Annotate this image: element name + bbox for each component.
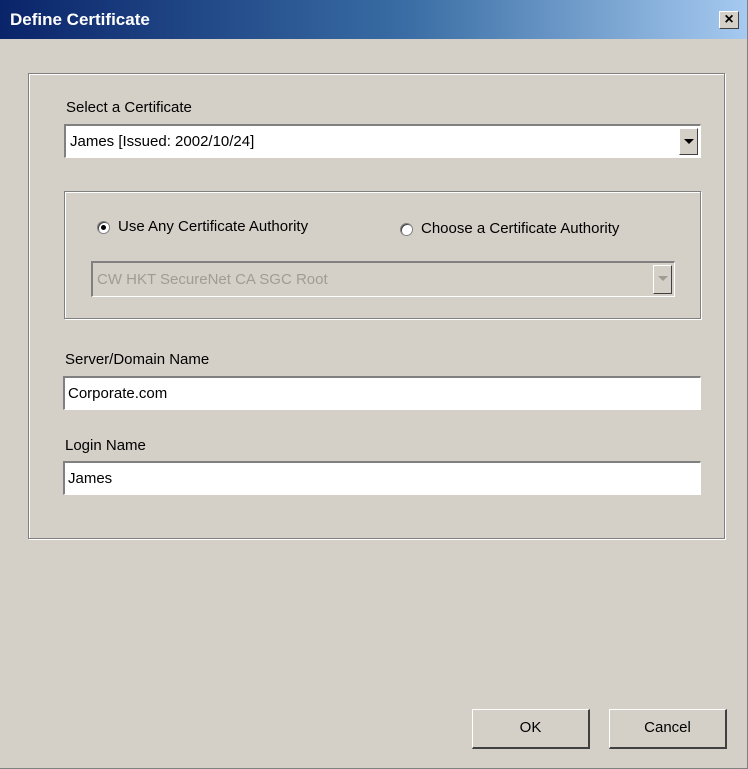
use-any-ca-radio[interactable]: [97, 221, 110, 234]
dialog-title: Define Certificate: [10, 10, 150, 29]
chevron-down-icon: [658, 276, 668, 281]
certificate-select-value: James [Issued: 2002/10/24]: [70, 133, 255, 150]
server-domain-value: Corporate.com: [68, 385, 168, 402]
ca-dropdown-button[interactable]: [653, 265, 672, 294]
select-certificate-label: Select a Certificate: [66, 99, 192, 116]
ca-select-value: CW HKT SecureNet CA SGC Root: [97, 271, 328, 288]
login-name-label: Login Name: [65, 437, 146, 454]
login-name-field[interactable]: James: [63, 461, 701, 495]
ok-button[interactable]: OK: [472, 709, 590, 749]
cancel-button[interactable]: Cancel: [609, 709, 727, 749]
close-button[interactable]: ×: [719, 11, 739, 29]
close-icon: ×: [724, 11, 734, 28]
certificate-dropdown-button[interactable]: [679, 128, 698, 155]
server-domain-label: Server/Domain Name: [65, 351, 210, 368]
choose-ca-radio[interactable]: [400, 223, 413, 236]
ca-select[interactable]: CW HKT SecureNet CA SGC Root: [91, 261, 675, 297]
choose-ca-label[interactable]: Choose a Certificate Authority: [421, 220, 619, 237]
use-any-ca-label[interactable]: Use Any Certificate Authority: [118, 218, 308, 235]
title-bar[interactable]: Define Certificate ×: [0, 0, 747, 39]
chevron-down-icon: [684, 139, 694, 144]
radio-selected-dot: [101, 225, 106, 230]
certificate-select[interactable]: James [Issued: 2002/10/24]: [64, 124, 701, 158]
certificate-authority-group: [64, 191, 701, 319]
login-name-value: James: [68, 470, 113, 487]
define-certificate-dialog: Define Certificate × Select a Certificat…: [0, 0, 748, 769]
server-domain-field[interactable]: Corporate.com: [63, 376, 701, 410]
